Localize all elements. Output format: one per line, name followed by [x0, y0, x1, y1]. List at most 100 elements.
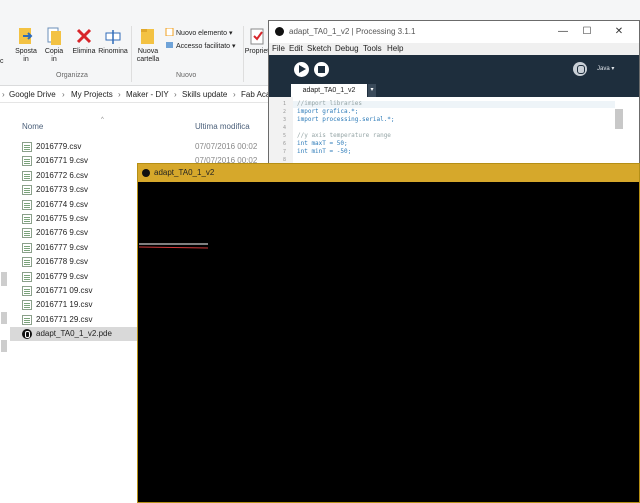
copy-to-button[interactable]: Copia in	[41, 26, 67, 64]
line-number: 7	[283, 149, 287, 155]
code-line: import processing.serial.*;	[297, 116, 395, 123]
csv-file-icon	[22, 170, 32, 181]
easy-access-button[interactable]: Accesso facilitato ▾	[165, 41, 236, 50]
line-number: 5	[283, 133, 287, 139]
tab-adapt-ta0[interactable]: adapt_TA0_1_v2	[291, 84, 367, 97]
csv-file-icon	[22, 142, 32, 152]
breadcrumb-skills-update[interactable]: Skills update	[182, 90, 227, 99]
properties-label: Propriet	[244, 48, 270, 55]
nav-scrollbar-thumb[interactable]	[1, 272, 7, 286]
column-modified[interactable]: Ultima modifica	[195, 122, 250, 131]
maximize-button[interactable]: ☐	[579, 25, 595, 39]
menu-tools[interactable]: Tools	[363, 44, 382, 53]
ribbon-separator	[131, 26, 132, 82]
menu-edit[interactable]: Edit	[289, 44, 303, 53]
copy-to-label-1: Copia	[44, 48, 64, 55]
processing-app-icon	[142, 169, 150, 177]
ide-titlebar[interactable]: adapt_TA0_1_v2 | Processing 3.1.1 — ☐ ✕	[269, 21, 639, 43]
csv-file-icon	[22, 257, 32, 268]
ide-menubar: File Edit Sketch Debug Tools Help	[269, 43, 639, 55]
move-to-label-2: in	[23, 56, 29, 63]
file-name: 2016771 09.csv	[36, 286, 93, 295]
file-name: 2016771 9.csv	[36, 156, 89, 166]
sketch-canvas[interactable]	[138, 182, 639, 502]
file-name: adapt_TA0_1_v2.pde	[36, 329, 112, 339]
new-item-button[interactable]: Nuovo elemento ▾	[165, 27, 232, 37]
minimize-button[interactable]: —	[555, 25, 571, 39]
sketch-titlebar[interactable]: adapt_TA0_1_v2	[138, 164, 639, 182]
breadcrumb-maker-diy[interactable]: Maker - DIY	[126, 90, 169, 99]
file-name: 2016779.csv	[36, 142, 82, 151]
properties-button[interactable]: Propriet	[244, 26, 270, 56]
copy-to-label-2: in	[51, 56, 57, 63]
breadcrumb-separator: ›	[233, 90, 236, 99]
code-line: int maxT = 50;	[297, 140, 348, 147]
debugger-button[interactable]	[573, 62, 587, 76]
breadcrumb-separator: ›	[174, 90, 177, 99]
breadcrumb-separator: ›	[62, 90, 65, 99]
ribbon-left-edge-label: c	[0, 58, 4, 65]
rename-button[interactable]: Rinomina	[98, 26, 128, 56]
move-to-button[interactable]: Sposta in	[13, 26, 39, 64]
navigation-pane	[0, 104, 10, 503]
delete-button[interactable]: Elimina	[71, 26, 97, 56]
breadcrumb-fab-academy[interactable]: Fab Aca	[241, 90, 270, 99]
new-folder-label-2: cartella	[136, 56, 160, 63]
line-number: 3	[283, 117, 287, 123]
line-number: 6	[283, 141, 287, 147]
code-line: import grafica.*;	[297, 108, 359, 115]
nav-scrollbar-thumb[interactable]	[1, 340, 7, 352]
processing-file-icon	[22, 329, 32, 340]
sketch-plot-svg	[138, 243, 209, 249]
nav-scrollbar-thumb[interactable]	[1, 312, 7, 324]
column-name[interactable]: Nome	[22, 122, 43, 131]
menu-file[interactable]: File	[272, 44, 285, 53]
code-line: //y axis temperature range	[297, 132, 391, 139]
csv-file-icon	[22, 228, 32, 239]
line-number-gutter: 1 2 3 4 5 6 7 8	[269, 97, 293, 171]
code-line: //import libraries	[297, 100, 363, 107]
close-button[interactable]: ✕	[611, 25, 627, 39]
breadcrumb-separator: ›	[2, 90, 5, 99]
file-name: 2016779 9.csv	[36, 271, 89, 281]
csv-file-icon	[22, 156, 32, 167]
file-name: 2016777 9.csv	[36, 242, 89, 252]
menu-debug[interactable]: Debug	[335, 44, 359, 53]
copy-to-icon	[45, 26, 63, 46]
run-button[interactable]	[294, 62, 309, 77]
processing-app-icon	[275, 27, 284, 36]
new-folder-button[interactable]: Nuova cartella	[134, 26, 162, 64]
sketch-output-window: adapt_TA0_1_v2	[137, 163, 640, 503]
new-folder-label-1: Nuova	[137, 48, 159, 55]
delete-label: Elimina	[72, 48, 96, 55]
tab-menu-button[interactable]: ▾	[368, 84, 376, 97]
mode-selector[interactable]: Java ▾	[597, 65, 614, 72]
csv-file-icon	[22, 271, 32, 282]
code-editor[interactable]: 1 2 3 4 5 6 7 8 //import libraries impor…	[269, 97, 639, 171]
menu-sketch[interactable]: Sketch	[307, 44, 331, 53]
new-item-icon	[165, 27, 174, 37]
line-number: 1	[283, 101, 287, 107]
csv-file-icon	[22, 185, 32, 196]
chevron-down-icon: ▾	[232, 43, 236, 50]
csv-file-icon	[22, 199, 32, 210]
editor-scrollbar-thumb[interactable]	[615, 109, 623, 129]
delete-icon	[75, 26, 93, 46]
stop-button[interactable]	[314, 62, 329, 77]
group-organize-label: Organizza	[56, 72, 88, 79]
easy-access-label: Accesso facilitato	[176, 43, 231, 50]
line-number: 4	[283, 125, 287, 131]
breadcrumb-google-drive[interactable]: Google Drive	[9, 90, 56, 99]
file-name: 2016773 9.csv	[36, 185, 89, 195]
plot-line-red	[138, 246, 209, 249]
new-item-label: Nuovo elemento	[176, 30, 227, 37]
move-to-icon	[17, 26, 35, 46]
breadcrumb-my-projects[interactable]: My Projects	[71, 90, 113, 99]
menu-help[interactable]: Help	[387, 44, 403, 53]
csv-file-icon	[22, 242, 32, 253]
file-name: 2016778 9.csv	[36, 257, 89, 267]
code-line: int minT = -50;	[297, 148, 352, 155]
move-to-label-1: Sposta	[15, 48, 37, 55]
group-new-label: Nuovo	[176, 72, 197, 79]
ide-toolbar: Java ▾	[269, 55, 639, 83]
